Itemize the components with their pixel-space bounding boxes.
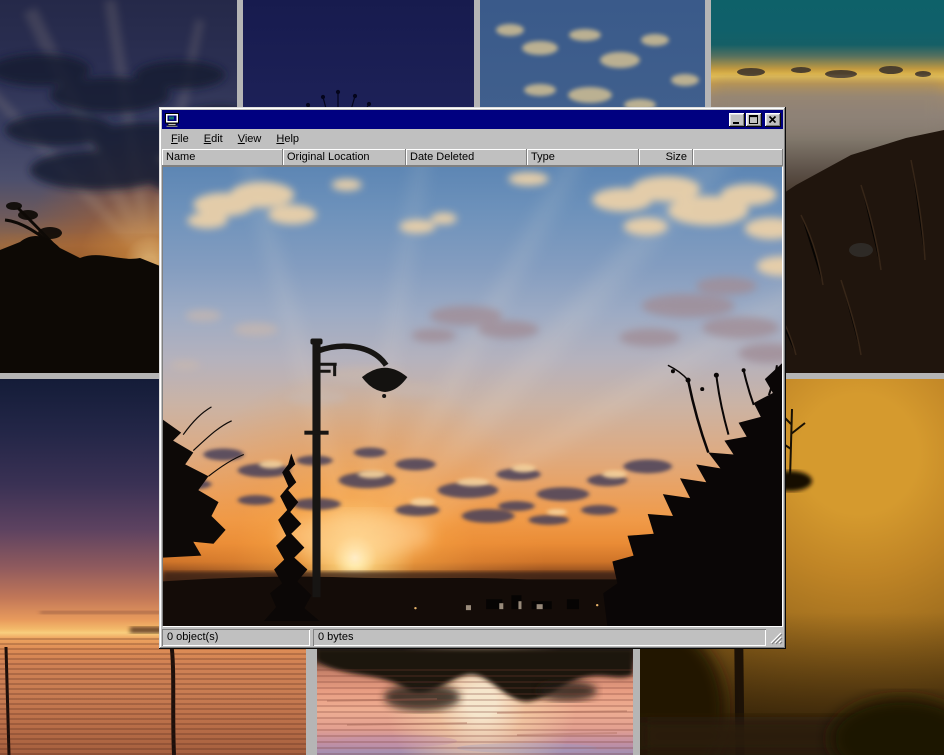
- column-header-name[interactable]: Name: [162, 149, 283, 166]
- column-header-filler: [693, 149, 783, 166]
- menu-file[interactable]: File: [166, 131, 194, 147]
- menu-edit[interactable]: Edit: [199, 131, 228, 147]
- recycle-bin-window: File Edit View Help Name Original Locati…: [159, 107, 786, 649]
- window-controls: [729, 113, 781, 127]
- status-bar: 0 object(s) 0 bytes: [162, 629, 783, 646]
- window-titlebar[interactable]: [162, 110, 783, 129]
- folder-view-photo-background[interactable]: [162, 166, 783, 627]
- column-header-type[interactable]: Type: [527, 149, 639, 166]
- minimize-button[interactable]: [729, 113, 745, 127]
- status-objects: 0 object(s): [162, 629, 310, 646]
- column-header-original-location[interactable]: Original Location: [283, 149, 406, 166]
- column-header-row: Name Original Location Date Deleted Type…: [162, 149, 783, 166]
- sunset-lamp-photo: [163, 167, 782, 626]
- resize-grip-icon[interactable]: [768, 629, 783, 646]
- computer-icon: [164, 112, 180, 128]
- column-header-date-deleted[interactable]: Date Deleted: [406, 149, 527, 166]
- menu-help[interactable]: Help: [271, 131, 304, 147]
- menu-bar: File Edit View Help: [162, 129, 783, 149]
- status-size: 0 bytes: [313, 629, 766, 646]
- close-button[interactable]: [765, 113, 781, 127]
- column-header-size[interactable]: Size: [639, 149, 693, 166]
- maximize-button[interactable]: [746, 113, 762, 127]
- menu-view[interactable]: View: [233, 131, 267, 147]
